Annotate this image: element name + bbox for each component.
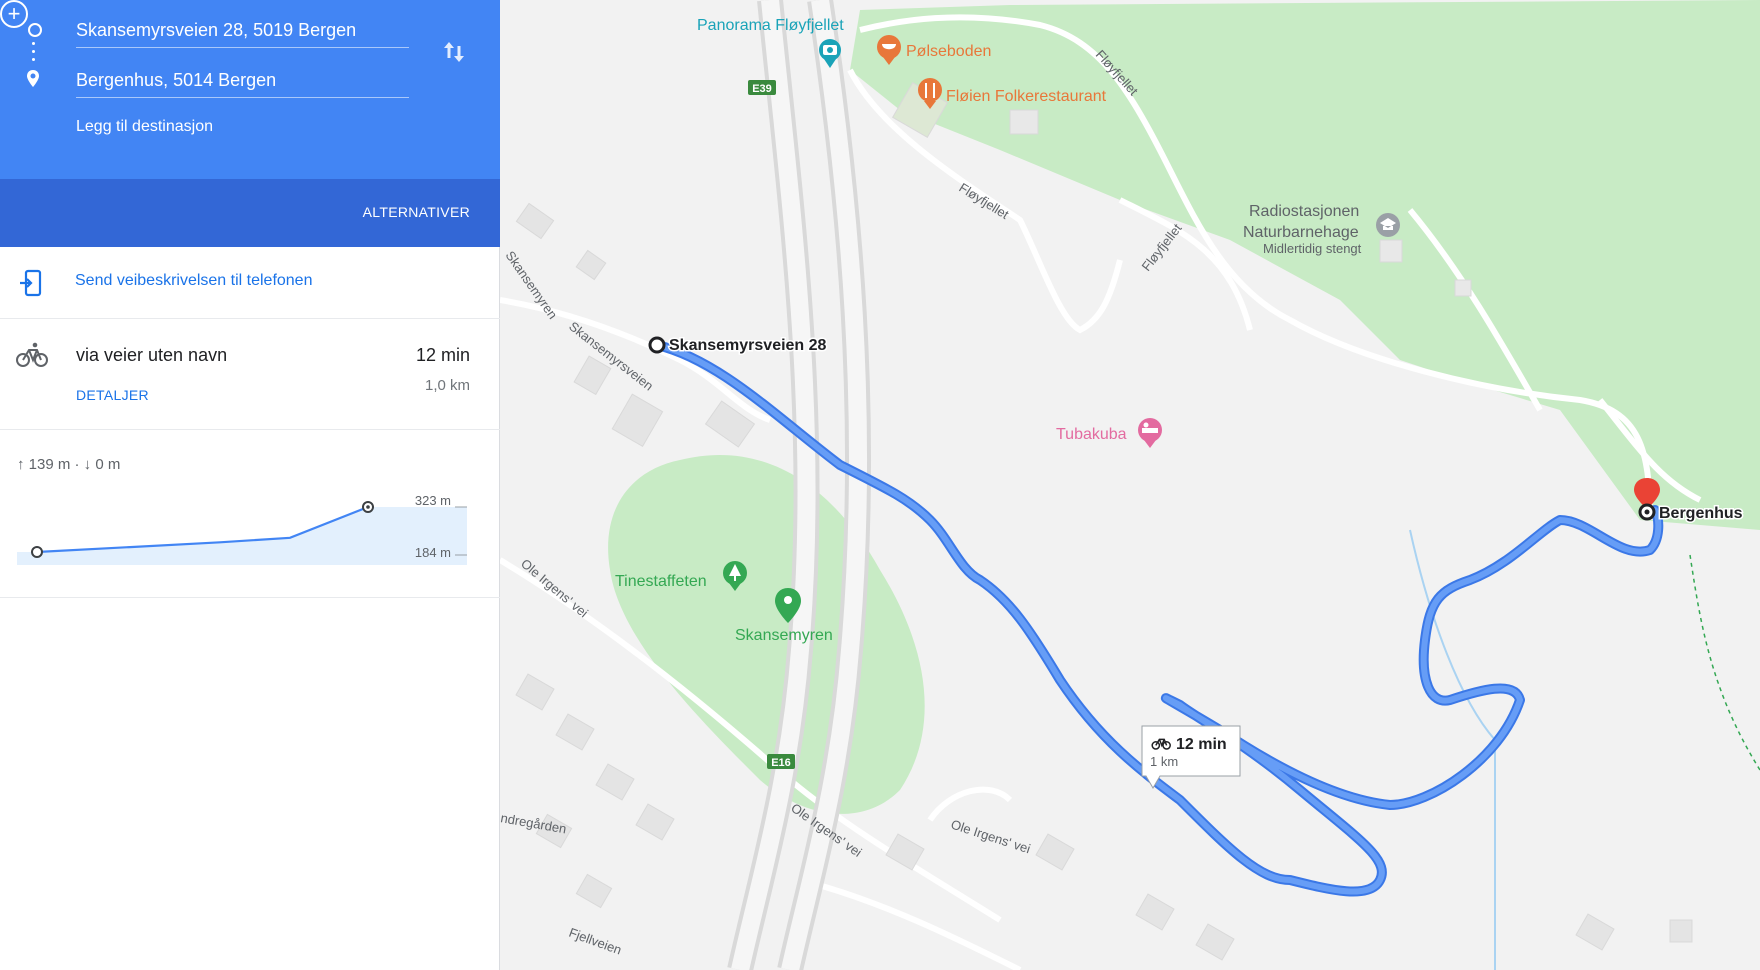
destination-label: Bergenhus: [1659, 505, 1743, 522]
origin-field[interactable]: Skansemyrsveien 28, 5019 Bergen: [76, 4, 409, 48]
road-label-fjellveien: Fjellveien: [567, 925, 624, 958]
details-link[interactable]: DETALJER: [76, 387, 149, 403]
route-callout[interactable]: 12 min 1 km: [1141, 725, 1241, 789]
stream-line: [1409, 529, 1496, 970]
route-via-label: via veier uten navn: [76, 345, 228, 365]
destination-pin-icon: [22, 68, 44, 90]
elevation-min-label: 184 m: [415, 545, 451, 560]
callout-distance: 1 km: [1150, 754, 1178, 769]
road-label-nedregarden: ndregården: [500, 810, 568, 836]
elevation-start-marker: [31, 546, 43, 558]
trail-line: [1689, 554, 1760, 771]
road-label-ole-irgens-3: Ole Irgens' vei: [949, 817, 1032, 857]
send-to-phone-label: Send veibeskrivelsen til telefonen: [75, 272, 313, 289]
svg-text:E16: E16: [771, 757, 791, 769]
poi-label-naturbarnehage[interactable]: Naturbarnehage: [1243, 224, 1359, 241]
bicycle-icon: [15, 341, 49, 369]
send-to-phone-row[interactable]: Send veibeskrivelsen til telefonen: [0, 247, 500, 319]
elevation-end-dot: [366, 505, 370, 509]
add-destination-button[interactable]: Legg til destinasjon: [76, 118, 213, 136]
swap-icon[interactable]: [440, 38, 468, 66]
elevation-chart: 323 m 184 m: [17, 493, 467, 565]
hotel-poi-icon[interactable]: [1138, 418, 1162, 448]
elevation-max-label: 323 m: [415, 493, 451, 508]
alternatives-button[interactable]: ALTERNATIVER: [363, 204, 470, 220]
elevation-profile: ↑ 139 m · ↓ 0 m 323 m 184 m: [0, 430, 500, 598]
poi-status-closed: Midlertidig stengt: [1263, 241, 1362, 256]
route-dots-icon: [22, 40, 44, 66]
road-label-ole-irgens-1: Ole Irgens' vei: [518, 556, 591, 621]
map-canvas[interactable]: Skansemyrsveien 28 Bergenhus 12 min 1 km: [500, 0, 1760, 970]
road-label-floyfjellet-2: Fløyfjellet: [956, 180, 1011, 222]
directions-panel: Skansemyrsveien 28, 5019 Bergen Bergenhu…: [0, 0, 500, 970]
start-marker[interactable]: [648, 336, 666, 354]
road-label-floyfjellet-3: Fløyfjellet: [1139, 220, 1185, 273]
highway-shield-e39: E39: [748, 80, 776, 95]
origin-circle-icon: [22, 17, 44, 39]
poi-label-radiostasjonen[interactable]: Radiostasjonen: [1249, 203, 1359, 220]
poi-label-tubakuba[interactable]: Tubakuba: [1056, 426, 1127, 443]
directions-header: Skansemyrsveien 28, 5019 Bergen Bergenhu…: [0, 0, 500, 179]
route-distance: 1,0 km: [424, 377, 470, 394]
park-floyfjellet: [850, 0, 1760, 530]
send-to-phone-icon: [18, 269, 44, 297]
route-duration: 12 min: [415, 345, 470, 365]
school-poi-icon[interactable]: [1376, 213, 1400, 237]
elevation-area: [17, 507, 467, 565]
elevation-summary: ↑ 139 m · ↓ 0 m: [17, 456, 121, 473]
road-label-skansemyren: Skansemyren: [503, 248, 561, 322]
start-label: Skansemyrsveien 28: [669, 337, 827, 354]
route-option[interactable]: via veier uten navn 12 min 1,0 km DETALJ…: [0, 319, 500, 430]
highway-shield-e16: E16: [767, 754, 795, 769]
poi-label-panorama[interactable]: Panorama Fløyfjellet: [697, 17, 844, 34]
poi-label-polseboden[interactable]: Pølseboden: [906, 43, 991, 60]
destination-field[interactable]: Bergenhus, 5014 Bergen: [76, 54, 409, 98]
alternatives-bar: ALTERNATIVER: [0, 179, 500, 247]
svg-text:E39: E39: [752, 83, 772, 95]
poi-label-tinestaffeten[interactable]: Tinestaffeten: [615, 573, 707, 590]
callout-duration: 12 min: [1176, 736, 1227, 753]
poi-label-floien[interactable]: Fløien Folkerestaurant: [946, 88, 1107, 105]
poi-label-skansemyren[interactable]: Skansemyren: [735, 627, 833, 644]
